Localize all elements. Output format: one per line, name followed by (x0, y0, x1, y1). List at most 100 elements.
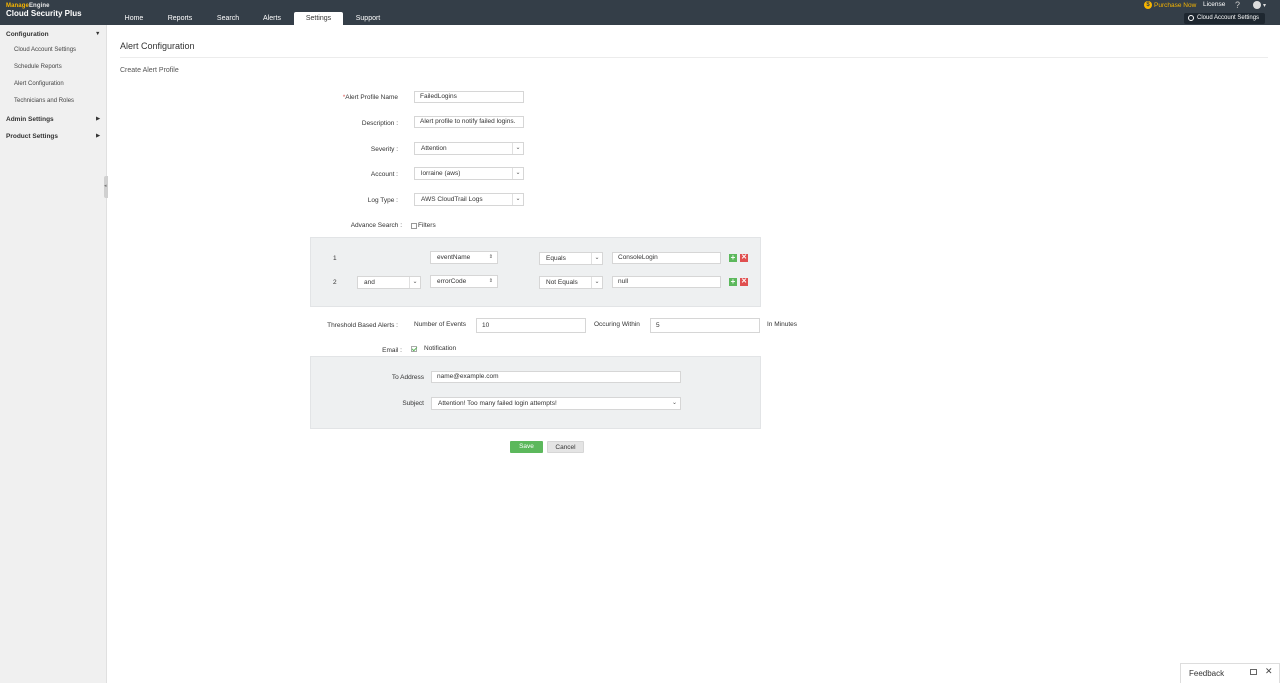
cloud-account-settings-label: Cloud Account Settings (1197, 15, 1260, 21)
email-panel (310, 356, 761, 429)
description-label: Description : (361, 120, 398, 127)
filter-value-input[interactable]: ConsoleLogin (612, 252, 721, 264)
severity-label: Severity : (370, 146, 398, 153)
log-type-label: Log Type : (367, 197, 398, 204)
filter-conjunction-value: and (364, 279, 375, 286)
delete-filter-icon[interactable]: ✕ (740, 254, 748, 262)
sidebar-collapse-handle[interactable]: ◂ (104, 176, 108, 198)
severity-select[interactable]: Attention ⌄ (414, 142, 524, 155)
filter-field-value: eventName (437, 254, 471, 261)
filter-operator-value: Equals (546, 255, 566, 262)
filter-row-index: 1 (333, 255, 337, 262)
to-address-input[interactable]: name@example.com (431, 371, 681, 383)
occurring-within-label: Occuring Within (594, 321, 640, 328)
filter-panel (310, 237, 761, 307)
sidebar-item-cloud-account-settings[interactable]: Cloud Account Settings (14, 47, 76, 53)
filter-field-select[interactable]: errorCode ⇕ (430, 275, 498, 288)
filter-operator-value: Not Equals (546, 279, 578, 286)
sidebar-section-product-settings[interactable]: Product Settings (6, 133, 58, 140)
tab-support[interactable]: Support (348, 12, 388, 25)
page-title: Alert Configuration (120, 41, 195, 51)
in-minutes-label: In Minutes (767, 321, 797, 328)
description-input[interactable]: Alert profile to notify failed logins. (414, 116, 524, 128)
cloud-account-settings-button[interactable]: Cloud Account Settings (1184, 13, 1266, 24)
log-type-value: AWS CloudTrail Logs (421, 196, 483, 203)
add-filter-icon[interactable]: + (729, 254, 737, 262)
caret-right-icon[interactable]: ▶ (96, 133, 100, 139)
top-bar: ManageEngine Cloud Security Plus Home Re… (0, 0, 1280, 25)
log-type-select[interactable]: AWS CloudTrail Logs ⌄ (414, 193, 524, 206)
sidebar-item-technicians-and-roles[interactable]: Technicians and Roles (14, 98, 74, 104)
sidebar-item-schedule-reports[interactable]: Schedule Reports (14, 64, 62, 70)
sidebar-section-admin-settings[interactable]: Admin Settings (6, 116, 54, 123)
filter-value-input[interactable]: null (612, 276, 721, 288)
license-link[interactable]: License (1203, 1, 1225, 8)
gear-icon (1188, 15, 1194, 21)
chevron-down-icon: ⌄ (409, 277, 420, 288)
account-select[interactable]: lorraine (aws) ⌄ (414, 167, 524, 180)
feedback-label: Feedback (1189, 669, 1225, 678)
chevron-down-icon: ⌄ (512, 168, 523, 179)
updown-icon: ⇕ (488, 254, 493, 260)
subject-select[interactable]: Attention! Too many failed login attempt… (431, 397, 681, 410)
filters-checkbox[interactable] (411, 223, 417, 229)
close-icon[interactable]: ✕ (1265, 666, 1273, 677)
severity-value: Attention (421, 145, 447, 152)
number-of-events-label: Number of Events (414, 321, 467, 328)
chevron-down-icon: ⌄ (591, 253, 602, 264)
purchase-now-label: Purchase Now (1154, 1, 1197, 9)
chevron-down-icon: ⌄ (591, 277, 602, 288)
sidebar-section-configuration[interactable]: Configuration (6, 31, 49, 38)
advance-search-label: Advance Search : (350, 222, 402, 229)
filter-conjunction-select[interactable]: and ⌄ (357, 276, 421, 289)
cancel-button[interactable]: Cancel (547, 441, 584, 453)
account-label: Account : (370, 171, 398, 178)
tab-alerts[interactable]: Alerts (253, 12, 291, 25)
caret-down-icon[interactable]: ▼ (95, 31, 100, 37)
to-address-label: To Address (391, 374, 424, 381)
feedback-widget[interactable]: Feedback ✕ (1180, 663, 1280, 683)
filter-field-select[interactable]: eventName ⇕ (430, 251, 498, 264)
chevron-down-icon: ⌄ (512, 143, 523, 154)
number-of-events-input[interactable]: 10 (476, 318, 586, 333)
product-logo[interactable]: ManageEngine Cloud Security Plus (6, 3, 82, 18)
filter-operator-select[interactable]: Equals ⌄ (539, 252, 603, 265)
email-label: Email : (382, 347, 402, 354)
filters-label: Filters (418, 222, 436, 229)
notification-checkbox[interactable] (411, 346, 417, 352)
sidebar: Configuration ▼ Cloud Account Settings S… (0, 25, 108, 683)
profile-name-input[interactable]: FailedLogins (414, 91, 524, 103)
page-subtitle: Create Alert Profile (120, 67, 179, 74)
coin-icon: $ (1144, 1, 1152, 9)
caret-right-icon[interactable]: ▶ (96, 116, 100, 122)
updown-icon: ⇕ (488, 278, 493, 284)
product-name: Cloud Security Plus (6, 9, 82, 18)
threshold-label: Threshold Based Alerts : (327, 322, 398, 329)
notification-label: Notification (424, 345, 457, 352)
help-icon[interactable]: ? (1235, 0, 1240, 10)
filter-row-index: 2 (333, 279, 337, 286)
restore-icon[interactable] (1250, 669, 1257, 675)
chevron-down-icon[interactable]: ▾ (1263, 2, 1266, 9)
tab-search[interactable]: Search (208, 12, 248, 25)
filter-operator-select[interactable]: Not Equals ⌄ (539, 276, 603, 289)
tab-home[interactable]: Home (114, 12, 154, 25)
account-value: lorraine (aws) (421, 170, 461, 177)
divider (120, 57, 1268, 58)
occurring-within-input[interactable]: 5 (650, 318, 760, 333)
delete-filter-icon[interactable]: ✕ (740, 278, 748, 286)
subject-value: Attention! Too many failed login attempt… (438, 400, 557, 407)
purchase-now-link[interactable]: $ Purchase Now (1144, 1, 1196, 9)
sidebar-item-alert-configuration[interactable]: Alert Configuration (14, 81, 64, 87)
chevron-left-icon: ◂ (104, 183, 107, 189)
chevron-down-icon: ⌄ (512, 194, 523, 205)
chevron-down-icon: ⌄ (671, 400, 678, 406)
user-avatar-icon[interactable] (1253, 1, 1261, 9)
profile-name-label: *Alert Profile Name (342, 94, 398, 101)
filter-field-value: errorCode (437, 278, 467, 285)
add-filter-icon[interactable]: + (729, 278, 737, 286)
tab-settings[interactable]: Settings (294, 12, 343, 25)
subject-label: Subject (402, 400, 424, 407)
save-button[interactable]: Save (510, 441, 543, 453)
tab-reports[interactable]: Reports (160, 12, 200, 25)
